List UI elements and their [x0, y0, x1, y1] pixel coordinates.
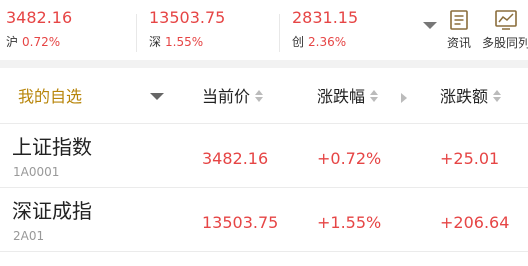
amount-header-label: 涨跌额 — [440, 87, 489, 106]
index-name: 创 — [292, 35, 305, 49]
stock-name: 深证成指 — [12, 199, 92, 223]
index-change-pct: 2.36% — [308, 35, 347, 49]
news-button[interactable]: 资讯 — [443, 9, 475, 50]
pct-column-header[interactable]: 涨跌幅 — [317, 87, 379, 107]
table-row[interactable]: 深证成指 2A01 13503.75 +1.55% +206.64 — [0, 189, 528, 252]
change-amount: +25.01 — [440, 149, 500, 168]
current-price: 3482.16 — [202, 149, 269, 168]
index-value: 2831.15 — [292, 8, 359, 27]
stock-name: 上证指数 — [12, 135, 92, 159]
my-watchlist-tab[interactable]: 我的自选 — [18, 87, 82, 107]
news-label: 资讯 — [446, 36, 471, 50]
expand-indices-caret-icon[interactable] — [423, 22, 437, 29]
news-icon — [450, 10, 468, 30]
index-summary-bar: 3482.16 沪 0.72% 13503.75 深 1.55% 2831.15 创… — [0, 0, 528, 60]
table-header: 我的自选 当前价 涨跌幅 涨跌额 — [0, 68, 528, 124]
scroll-right-icon[interactable] — [401, 93, 407, 103]
watchlist-dropdown-icon[interactable] — [150, 93, 164, 100]
price-column-header[interactable]: 当前价 — [202, 87, 264, 107]
index-name: 沪 — [6, 35, 19, 49]
change-pct: +1.55% — [317, 213, 382, 232]
index-name: 深 — [149, 35, 162, 49]
table-row[interactable]: 上证指数 1A0001 3482.16 +0.72% +25.01 — [0, 125, 528, 188]
divider — [279, 14, 280, 52]
index-sz[interactable]: 13503.75 深 1.55% — [149, 8, 225, 49]
index-cy[interactable]: 2831.15 创 2.36% — [292, 8, 358, 49]
index-value: 13503.75 — [149, 8, 226, 27]
index-change-pct: 1.55% — [165, 35, 204, 49]
chart-grid-icon — [495, 10, 517, 30]
current-price: 13503.75 — [202, 213, 279, 232]
section-divider — [0, 60, 528, 68]
multi-stock-button[interactable]: 多股同列 — [480, 9, 528, 50]
change-amount: +206.64 — [440, 213, 510, 232]
divider — [136, 14, 137, 52]
change-pct: +0.72% — [317, 149, 382, 168]
index-sh[interactable]: 3482.16 沪 0.72% — [6, 8, 72, 49]
sort-icon — [370, 89, 379, 103]
sort-icon — [493, 89, 502, 103]
multi-stock-label: 多股同列 — [481, 36, 528, 50]
pct-header-label: 涨跌幅 — [317, 87, 366, 106]
price-header-label: 当前价 — [202, 87, 251, 106]
sort-icon — [255, 89, 264, 103]
amount-column-header[interactable]: 涨跌额 — [440, 87, 502, 107]
index-value: 3482.16 — [6, 8, 73, 27]
stock-code: 1A0001 — [13, 165, 60, 179]
index-change-pct: 0.72% — [22, 35, 61, 49]
stock-code: 2A01 — [13, 229, 45, 243]
